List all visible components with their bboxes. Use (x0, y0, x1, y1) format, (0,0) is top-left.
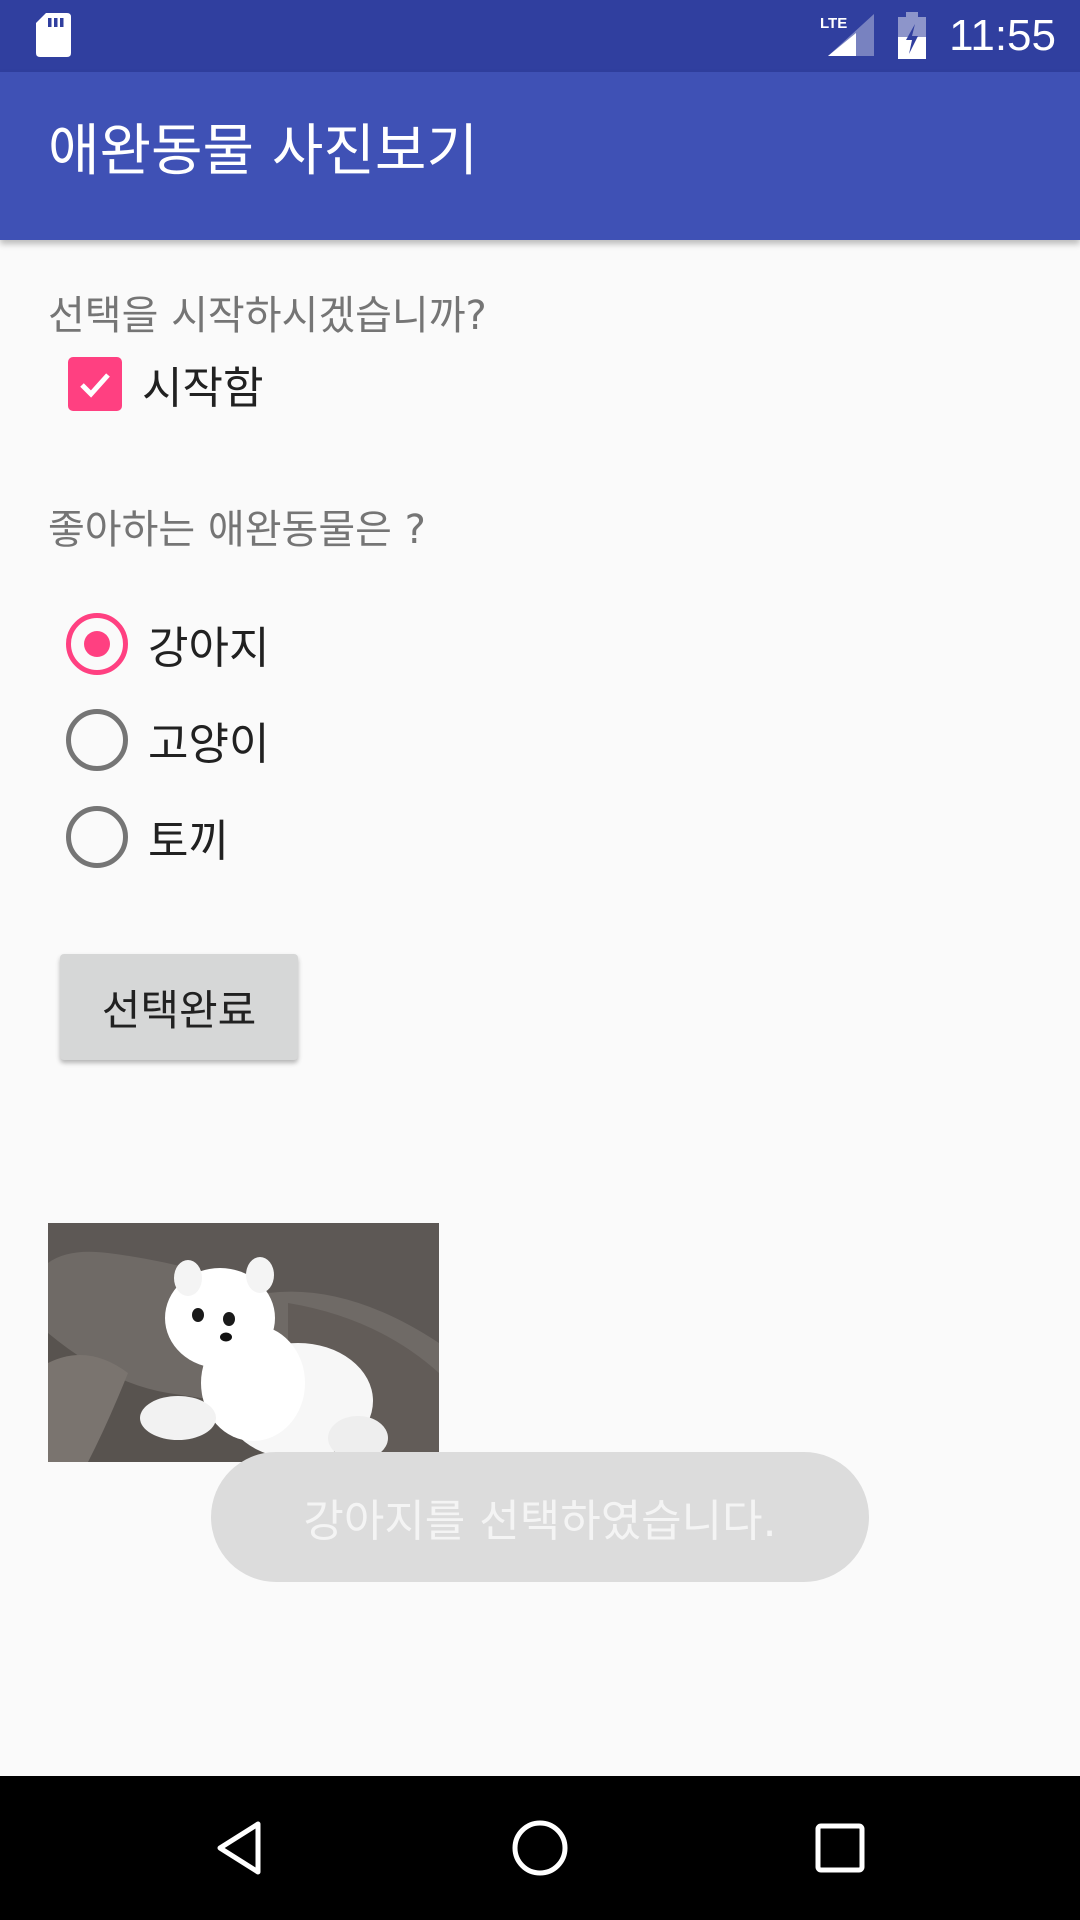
pet-question: 좋아하는 애완동물은 ? (48, 507, 426, 553)
start-checkbox[interactable] (68, 357, 122, 411)
recents-square-icon (815, 1823, 865, 1873)
start-checkbox-row[interactable]: 시작함 (64, 349, 664, 419)
done-button[interactable]: 선택완료 (60, 954, 298, 1060)
home-circle-icon (512, 1820, 568, 1876)
check-icon (80, 373, 110, 398)
navigation-bar (0, 1776, 1080, 1920)
recents-button[interactable] (790, 1798, 890, 1898)
start-question: 선택을 시작하시겠습니까? (48, 293, 487, 339)
radio-option-dog[interactable]: 강아지 (64, 609, 664, 679)
radio-label-cat: 고양이 (148, 719, 270, 770)
radio-button-rabbit[interactable] (66, 806, 128, 868)
pet-photo (48, 1223, 439, 1462)
white-puppy-photo (48, 1223, 439, 1462)
radio-button-cat[interactable] (66, 709, 128, 771)
status-clock: 11:55 (949, 11, 1056, 60)
radio-button-dog[interactable] (66, 613, 128, 675)
home-button[interactable] (490, 1798, 590, 1898)
radio-label-rabbit: 토끼 (148, 816, 229, 867)
back-triangle-icon (217, 1821, 261, 1875)
app-toolbar: 애완동물 사진보기 (0, 72, 1080, 240)
radio-option-rabbit[interactable]: 토끼 (64, 802, 664, 872)
lte-label: LTE (820, 15, 847, 32)
radio-label-dog: 강아지 (148, 623, 270, 674)
toast-message: 강아지를 선택하였습니다. (211, 1452, 869, 1582)
app-title: 애완동물 사진보기 (48, 119, 478, 184)
start-checkbox-label: 시작함 (142, 363, 264, 414)
battery-charging-icon (898, 12, 926, 59)
back-button[interactable] (190, 1798, 290, 1898)
sd-card-icon (36, 13, 71, 57)
radio-option-cat[interactable]: 고양이 (64, 705, 664, 775)
status-bar: LTE 11:55 (0, 0, 1080, 72)
lte-signal-icon: LTE (820, 14, 874, 56)
